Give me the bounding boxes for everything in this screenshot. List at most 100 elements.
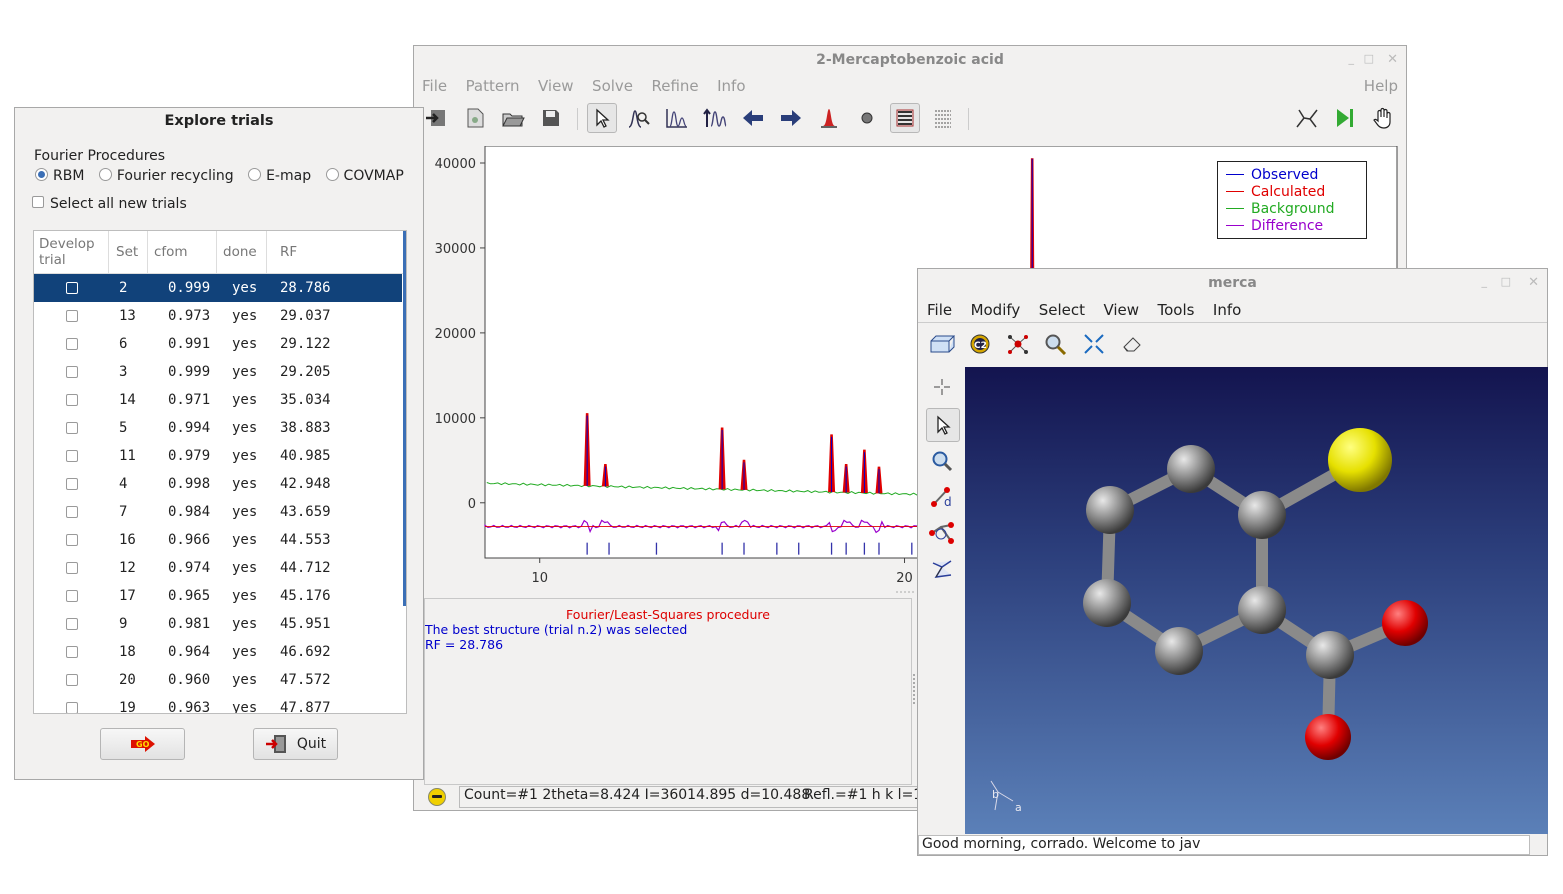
trial-row[interactable]: 16 0.966 yes 44.553 [34, 526, 402, 554]
distance-icon[interactable]: d [927, 482, 957, 512]
develop-checkbox[interactable] [66, 562, 78, 574]
pointer-icon[interactable] [587, 103, 617, 133]
merca-menu-view[interactable]: View [1103, 301, 1139, 319]
radio-fourier-indicator[interactable] [98, 168, 112, 181]
atom-c[interactable] [1167, 445, 1215, 493]
radio-emap[interactable]: E-map [248, 168, 311, 184]
trial-row[interactable]: 2 0.999 yes 28.786 [34, 274, 402, 302]
develop-checkbox[interactable] [66, 674, 78, 686]
table-scrollbar[interactable] [403, 231, 406, 606]
develop-checkbox[interactable] [66, 590, 78, 602]
indexing-icon[interactable] [700, 103, 730, 133]
menu-solve[interactable]: Solve [592, 77, 633, 95]
menu-view[interactable]: View [538, 77, 574, 95]
radio-covmap[interactable]: COVMAP [325, 168, 404, 184]
maximize-icon[interactable]: □ [1364, 52, 1374, 65]
develop-checkbox[interactable] [66, 618, 78, 630]
atom-c[interactable] [1238, 491, 1286, 539]
merca-menu-info[interactable]: Info [1213, 301, 1241, 319]
merca-menu-modify[interactable]: Modify [971, 301, 1021, 319]
merca-menu-tools[interactable]: Tools [1158, 301, 1195, 319]
atoms-icon[interactable] [1003, 329, 1033, 359]
merca-menu-file[interactable]: File [927, 301, 952, 319]
radio-emap-indicator[interactable] [248, 168, 262, 181]
arrow-right-icon[interactable] [776, 103, 806, 133]
menu-help[interactable]: Help [1364, 77, 1398, 95]
menu-file[interactable]: File [422, 77, 447, 95]
develop-checkbox[interactable] [66, 338, 78, 350]
close-icon[interactable]: ✕ [1387, 52, 1398, 67]
select-all-trials[interactable]: Select all new trials [32, 196, 187, 212]
trial-row[interactable]: 17 0.965 yes 45.176 [34, 582, 402, 610]
menu-pattern[interactable]: Pattern [466, 77, 520, 95]
menu-info[interactable]: Info [717, 77, 745, 95]
profile-icon[interactable] [662, 103, 692, 133]
merca-close-icon[interactable]: ✕ [1528, 275, 1539, 290]
radio-covmap-indicator[interactable] [325, 168, 339, 181]
list-icon[interactable] [890, 103, 920, 133]
trial-row[interactable]: 5 0.994 yes 38.883 [34, 414, 402, 442]
peak-search-icon[interactable] [624, 103, 654, 133]
minimize-icon[interactable]: _ [1349, 52, 1355, 65]
develop-checkbox[interactable] [66, 394, 78, 406]
grid-icon[interactable] [928, 103, 958, 133]
go-button[interactable]: GO [100, 728, 185, 760]
select-all-checkbox[interactable] [32, 196, 44, 208]
open-folder-icon[interactable] [498, 103, 528, 133]
col-develop[interactable]: Develop trial [39, 236, 95, 268]
symmetry-c2-icon[interactable]: C2 [965, 329, 995, 359]
molecule-viewport[interactable]: b a [965, 367, 1548, 834]
trial-row[interactable]: 14 0.971 yes 35.034 [34, 386, 402, 414]
eraser-icon[interactable] [1117, 329, 1147, 359]
atom-o[interactable] [1382, 600, 1428, 646]
trial-row[interactable]: 20 0.960 yes 47.572 [34, 666, 402, 694]
develop-checkbox[interactable] [66, 282, 78, 294]
menu-refine[interactable]: Refine [651, 77, 698, 95]
torsion-icon[interactable] [927, 554, 957, 584]
trial-row[interactable]: 7 0.984 yes 43.659 [34, 498, 402, 526]
radio-rbm-indicator[interactable] [35, 168, 48, 181]
develop-checkbox[interactable] [66, 310, 78, 322]
atom-c[interactable] [1155, 627, 1203, 675]
merca-minimize-icon[interactable]: _ [1482, 275, 1488, 288]
col-rf[interactable]: RF [280, 244, 297, 260]
atom-c[interactable] [1086, 486, 1134, 534]
atom-c[interactable] [1083, 579, 1131, 627]
develop-checkbox[interactable] [66, 702, 78, 713]
trial-row[interactable]: 19 0.963 yes 47.877 [34, 694, 402, 713]
trials-table[interactable]: Develop trial Set cfom done RF 2 0.999 yes 2… [33, 230, 407, 714]
develop-checkbox[interactable] [66, 366, 78, 378]
angle-icon[interactable] [927, 518, 957, 548]
single-peak-icon[interactable] [814, 103, 844, 133]
select-pointer-icon[interactable] [926, 408, 960, 442]
trial-row[interactable]: 3 0.999 yes 29.205 [34, 358, 402, 386]
radio-rbm[interactable]: RBM [35, 168, 84, 184]
trial-row[interactable]: 11 0.979 yes 40.985 [34, 442, 402, 470]
develop-checkbox[interactable] [66, 478, 78, 490]
atom-c[interactable] [1238, 586, 1286, 634]
radio-fourier-recycling[interactable]: Fourier recycling [98, 168, 234, 184]
develop-checkbox[interactable] [66, 534, 78, 546]
zoom-icon[interactable] [1041, 329, 1071, 359]
trial-row[interactable]: 13 0.973 yes 29.037 [34, 302, 402, 330]
trial-row[interactable]: 6 0.991 yes 29.122 [34, 330, 402, 358]
atom-s[interactable] [1328, 428, 1392, 492]
merca-maximize-icon[interactable]: □ [1501, 275, 1511, 288]
develop-checkbox[interactable] [66, 506, 78, 518]
trial-row[interactable]: 4 0.998 yes 42.948 [34, 470, 402, 498]
arrow-left-icon[interactable] [738, 103, 768, 133]
col-set[interactable]: Set [116, 244, 138, 260]
molecule-icon[interactable] [1292, 103, 1322, 133]
develop-checkbox[interactable] [66, 646, 78, 658]
col-cfom[interactable]: cfom [154, 244, 188, 260]
crosshair-icon[interactable] [927, 372, 957, 402]
trial-row[interactable]: 12 0.974 yes 44.712 [34, 554, 402, 582]
quit-button[interactable]: Quit [253, 728, 338, 760]
magnify-icon[interactable] [927, 446, 957, 476]
fit-view-icon[interactable] [1079, 329, 1109, 359]
col-done[interactable]: done [223, 244, 257, 260]
new-file-icon[interactable] [460, 103, 490, 133]
hand-icon[interactable] [1368, 103, 1398, 133]
develop-checkbox[interactable] [66, 450, 78, 462]
unit-cell-icon[interactable] [927, 329, 957, 359]
